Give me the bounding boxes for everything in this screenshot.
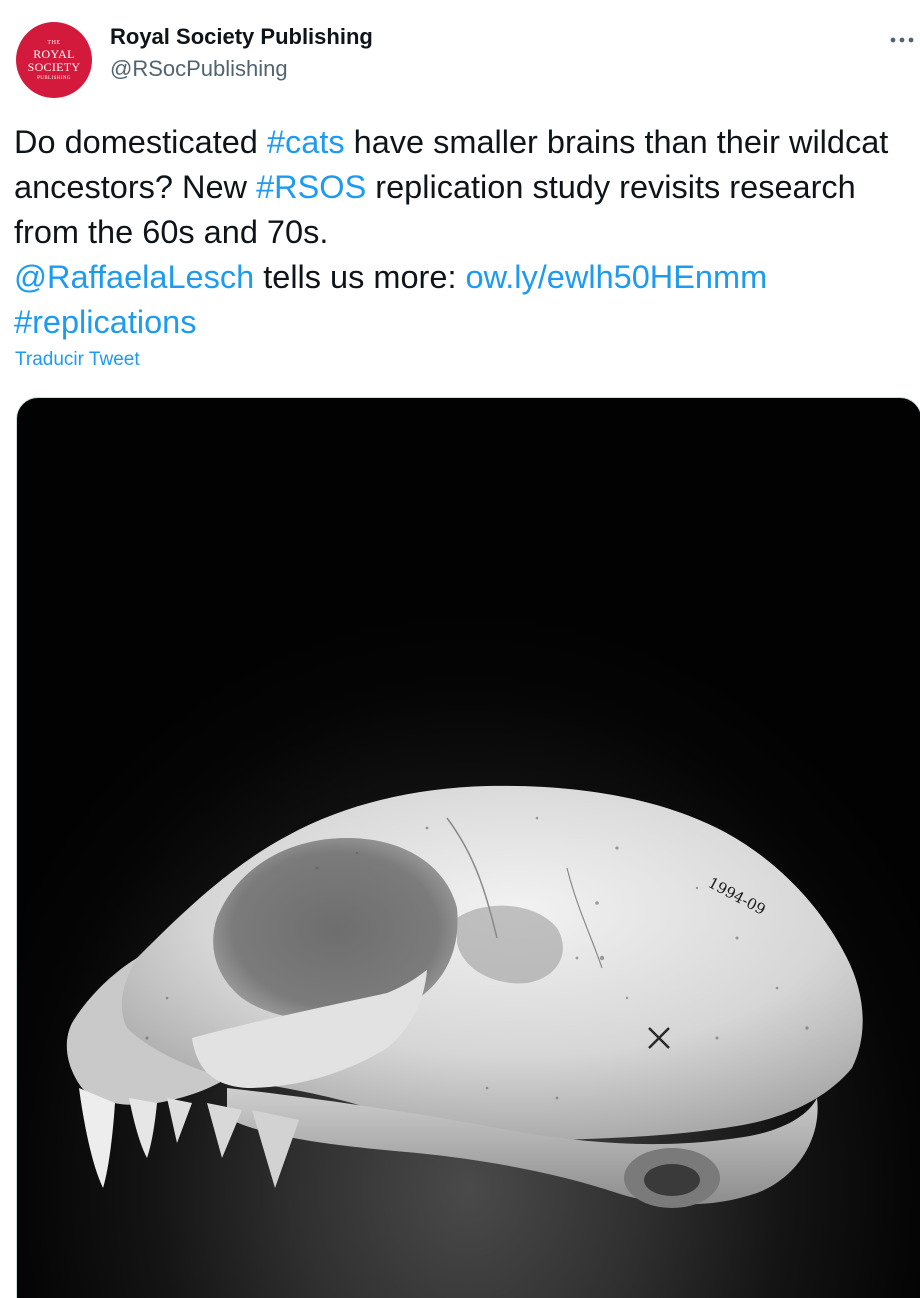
skull-premolar-tooth: [167, 1098, 192, 1143]
tweet-text-segment: Do domesticated: [14, 124, 267, 160]
mention-raffaelalesch-link[interactable]: @RaffaelaLesch: [14, 259, 254, 295]
tweet-text-segment: tells us more:: [254, 259, 466, 295]
cat-skull-illustration: 1994-09: [66, 785, 863, 1208]
url-link[interactable]: ow.ly/ewlh50HEnmm: [466, 259, 768, 295]
avatar-text-society: SOCIETY: [27, 59, 81, 74]
avatar[interactable]: THE ROYAL SOCIETY PUBLISHING: [16, 22, 92, 98]
skull-molar-tooth: [252, 1110, 299, 1188]
skull-bulla-opening: [644, 1164, 700, 1196]
author-display-name[interactable]: Royal Society Publishing: [110, 24, 373, 50]
avatar-text-royal: ROYAL: [33, 46, 75, 61]
hashtag-replications-link[interactable]: #replications: [14, 304, 196, 340]
avatar-text-publishing: PUBLISHING: [37, 75, 71, 81]
tweet-article: THE ROYAL SOCIETY PUBLISHING Royal Socie…: [0, 0, 920, 1298]
translate-tweet-link[interactable]: Traducir Tweet: [15, 349, 140, 371]
avatar-text-the: THE: [47, 39, 61, 46]
hashtag-rsos-link[interactable]: #RSOS: [256, 169, 366, 205]
more-horizontal-icon: [890, 37, 914, 43]
tweet-text: Do domesticated #cats have smaller brain…: [14, 120, 914, 345]
skull-canine-tooth: [79, 1088, 115, 1188]
skull-premolar-tooth: [207, 1103, 242, 1158]
tweet-media-image[interactable]: 1994-09: [16, 397, 920, 1298]
hashtag-cats-link[interactable]: #cats: [267, 124, 345, 160]
more-options-button[interactable]: [884, 22, 920, 58]
skull-incisor-tooth: [129, 1098, 157, 1158]
author-handle[interactable]: @RSocPublishing: [110, 56, 288, 82]
